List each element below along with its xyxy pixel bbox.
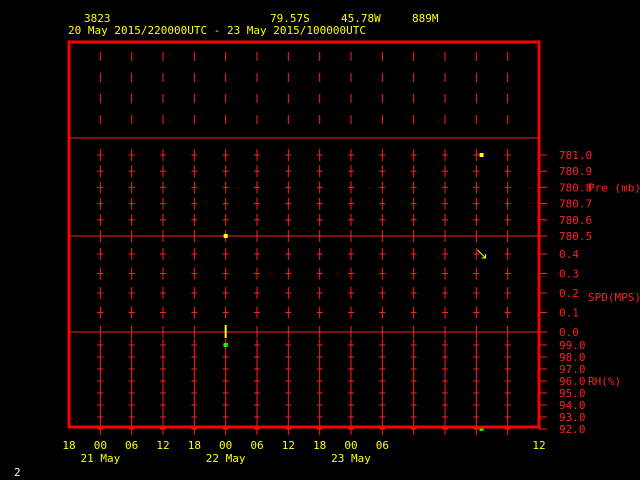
x-tick-label: 00 [344,439,357,452]
x-tick-label: 00 [219,439,232,452]
x-day-label: 22 May [206,452,246,465]
axis-label-humidity: RH(%) [588,375,621,388]
humidity-point [223,343,228,347]
x-tick-label: 12 [156,439,169,452]
axis-label-wind: SPD(MPS) [588,291,640,304]
y-tick-label: 0.1 [559,307,579,320]
y-tick-label: 781.0 [559,149,592,162]
pressure-point [479,153,484,157]
meteogram-chart: 781.0780.9780.8780.7780.6780.5Pre (mb)0.… [62,40,640,465]
y-tick-label: 0.4 [559,248,579,261]
y-tick-label: 780.5 [559,230,592,243]
plot-frame [67,40,541,429]
pressure-point [223,234,228,238]
x-tick-label: 00 [94,439,107,452]
y-tick-label: 780.9 [559,165,592,178]
x-tick-label: 18 [62,439,75,452]
y-tick-label: 0.2 [559,287,579,300]
x-tick-label: 06 [376,439,389,452]
x-tick-label: 18 [188,439,201,452]
axis-label-pressure: Pre (mb) [588,181,640,194]
x-tick-label: 18 [313,439,326,452]
x-tick-label: 12 [532,439,545,452]
y-tick-label: 780.6 [559,214,592,227]
x-tick-label: 06 [250,439,263,452]
grid-layer [69,52,539,435]
y-tick-label: 780.7 [559,198,592,211]
point-layer [223,153,487,431]
x-day-label: 23 May [331,452,371,465]
y-tick-label: 0.3 [559,268,579,281]
x-tick-label: 12 [282,439,295,452]
x-day-label: 21 May [80,452,120,465]
y-tick-label: 92.0 [559,423,586,436]
y-tick-label: 0.0 [559,326,579,339]
x-tick-label: 06 [125,439,138,452]
